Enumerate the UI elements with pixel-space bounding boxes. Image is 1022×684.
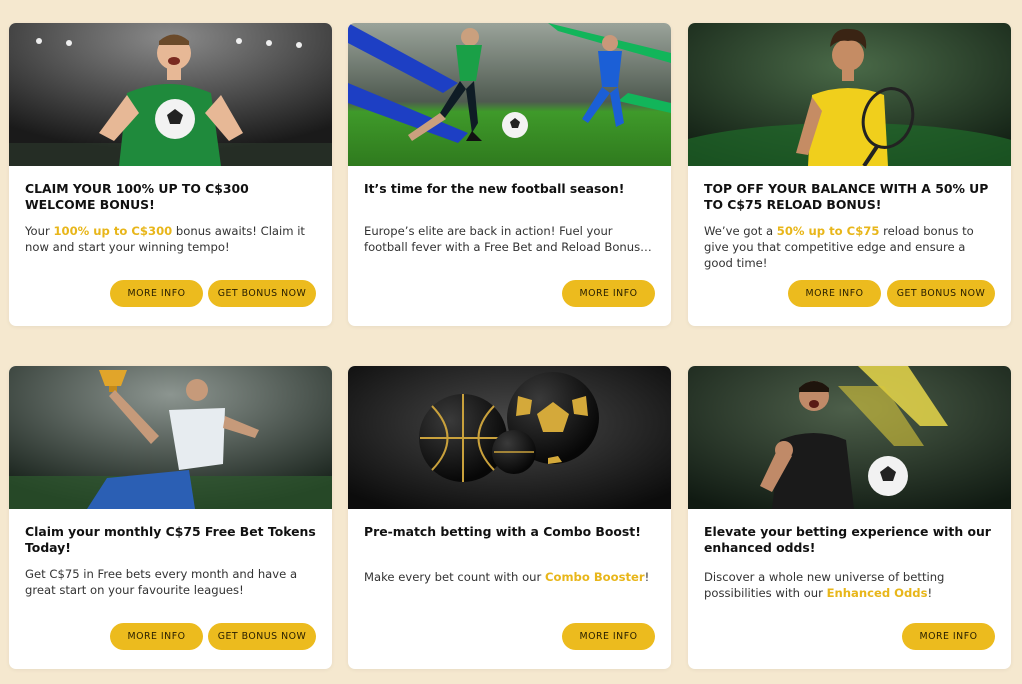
card-description: Get C$75 in Free bets every month and ha…	[25, 567, 298, 597]
card-title: TOP OFF YOUR BALANCE WITH A 50% UP TO C$…	[704, 181, 989, 212]
card-title: Elevate your betting experience with our…	[704, 524, 991, 555]
card-description: Make every bet count with our Combo Boos…	[364, 570, 650, 584]
promo-image-black-gold-balls	[348, 366, 671, 509]
promo-card-free-bet-tokens: Claim your monthly C$75 Free Bet Tokens …	[9, 366, 332, 669]
enhanced-odds-link: Enhanced Odds	[826, 586, 928, 600]
card-description: Europe’s elite are back in action! Fuel …	[364, 224, 641, 254]
card-title: It’s time for the new football season!	[364, 181, 625, 196]
promo-image-celebrating-footballer	[688, 366, 1011, 509]
promo-card-welcome-bonus: CLAIM YOUR 100% UP TO C$300 WELCOME BONU…	[9, 23, 332, 326]
bonus-highlight: 100% up to C$300	[53, 224, 173, 238]
card-title: Pre-match betting with a Combo Boost!	[364, 524, 641, 539]
get-bonus-now-button[interactable]: GET BONUS NOW	[208, 280, 316, 307]
more-info-button[interactable]: MORE INFO	[110, 280, 203, 307]
more-info-button[interactable]: MORE INFO	[562, 280, 655, 307]
more-info-button[interactable]: MORE INFO	[902, 623, 995, 650]
card-title: Claim your monthly C$75 Free Bet Tokens …	[25, 524, 316, 555]
card-description: Your 100% up to C$300 bonus awaits! Clai…	[25, 224, 305, 254]
get-bonus-now-button[interactable]: GET BONUS NOW	[208, 623, 316, 650]
promo-card-football-season: It’s time for the new football season! E…	[348, 23, 671, 326]
promo-image-trophy-athlete	[9, 366, 332, 509]
card-description: We’ve got a 50% up to C$75 reload bonus …	[704, 224, 974, 270]
promo-card-enhanced-odds: Elevate your betting experience with our…	[688, 366, 1011, 669]
promo-image-footballer	[9, 23, 332, 166]
promo-image-tennis-player	[688, 23, 1011, 166]
more-info-button[interactable]: MORE INFO	[110, 623, 203, 650]
promo-card-reload-bonus: TOP OFF YOUR BALANCE WITH A 50% UP TO C$…	[688, 23, 1011, 326]
bonus-highlight: 50% up to C$75	[776, 224, 880, 238]
more-info-button[interactable]: MORE INFO	[562, 623, 655, 650]
combo-booster-link: Combo Booster	[544, 570, 645, 584]
get-bonus-now-button[interactable]: GET BONUS NOW	[887, 280, 995, 307]
promo-image-football-action	[348, 23, 671, 166]
card-description: Discover a whole new universe of betting…	[704, 570, 945, 600]
card-title: CLAIM YOUR 100% UP TO C$300 WELCOME BONU…	[25, 181, 249, 212]
promo-card-combo-boost: Pre-match betting with a Combo Boost! Ma…	[348, 366, 671, 669]
more-info-button[interactable]: MORE INFO	[788, 280, 881, 307]
